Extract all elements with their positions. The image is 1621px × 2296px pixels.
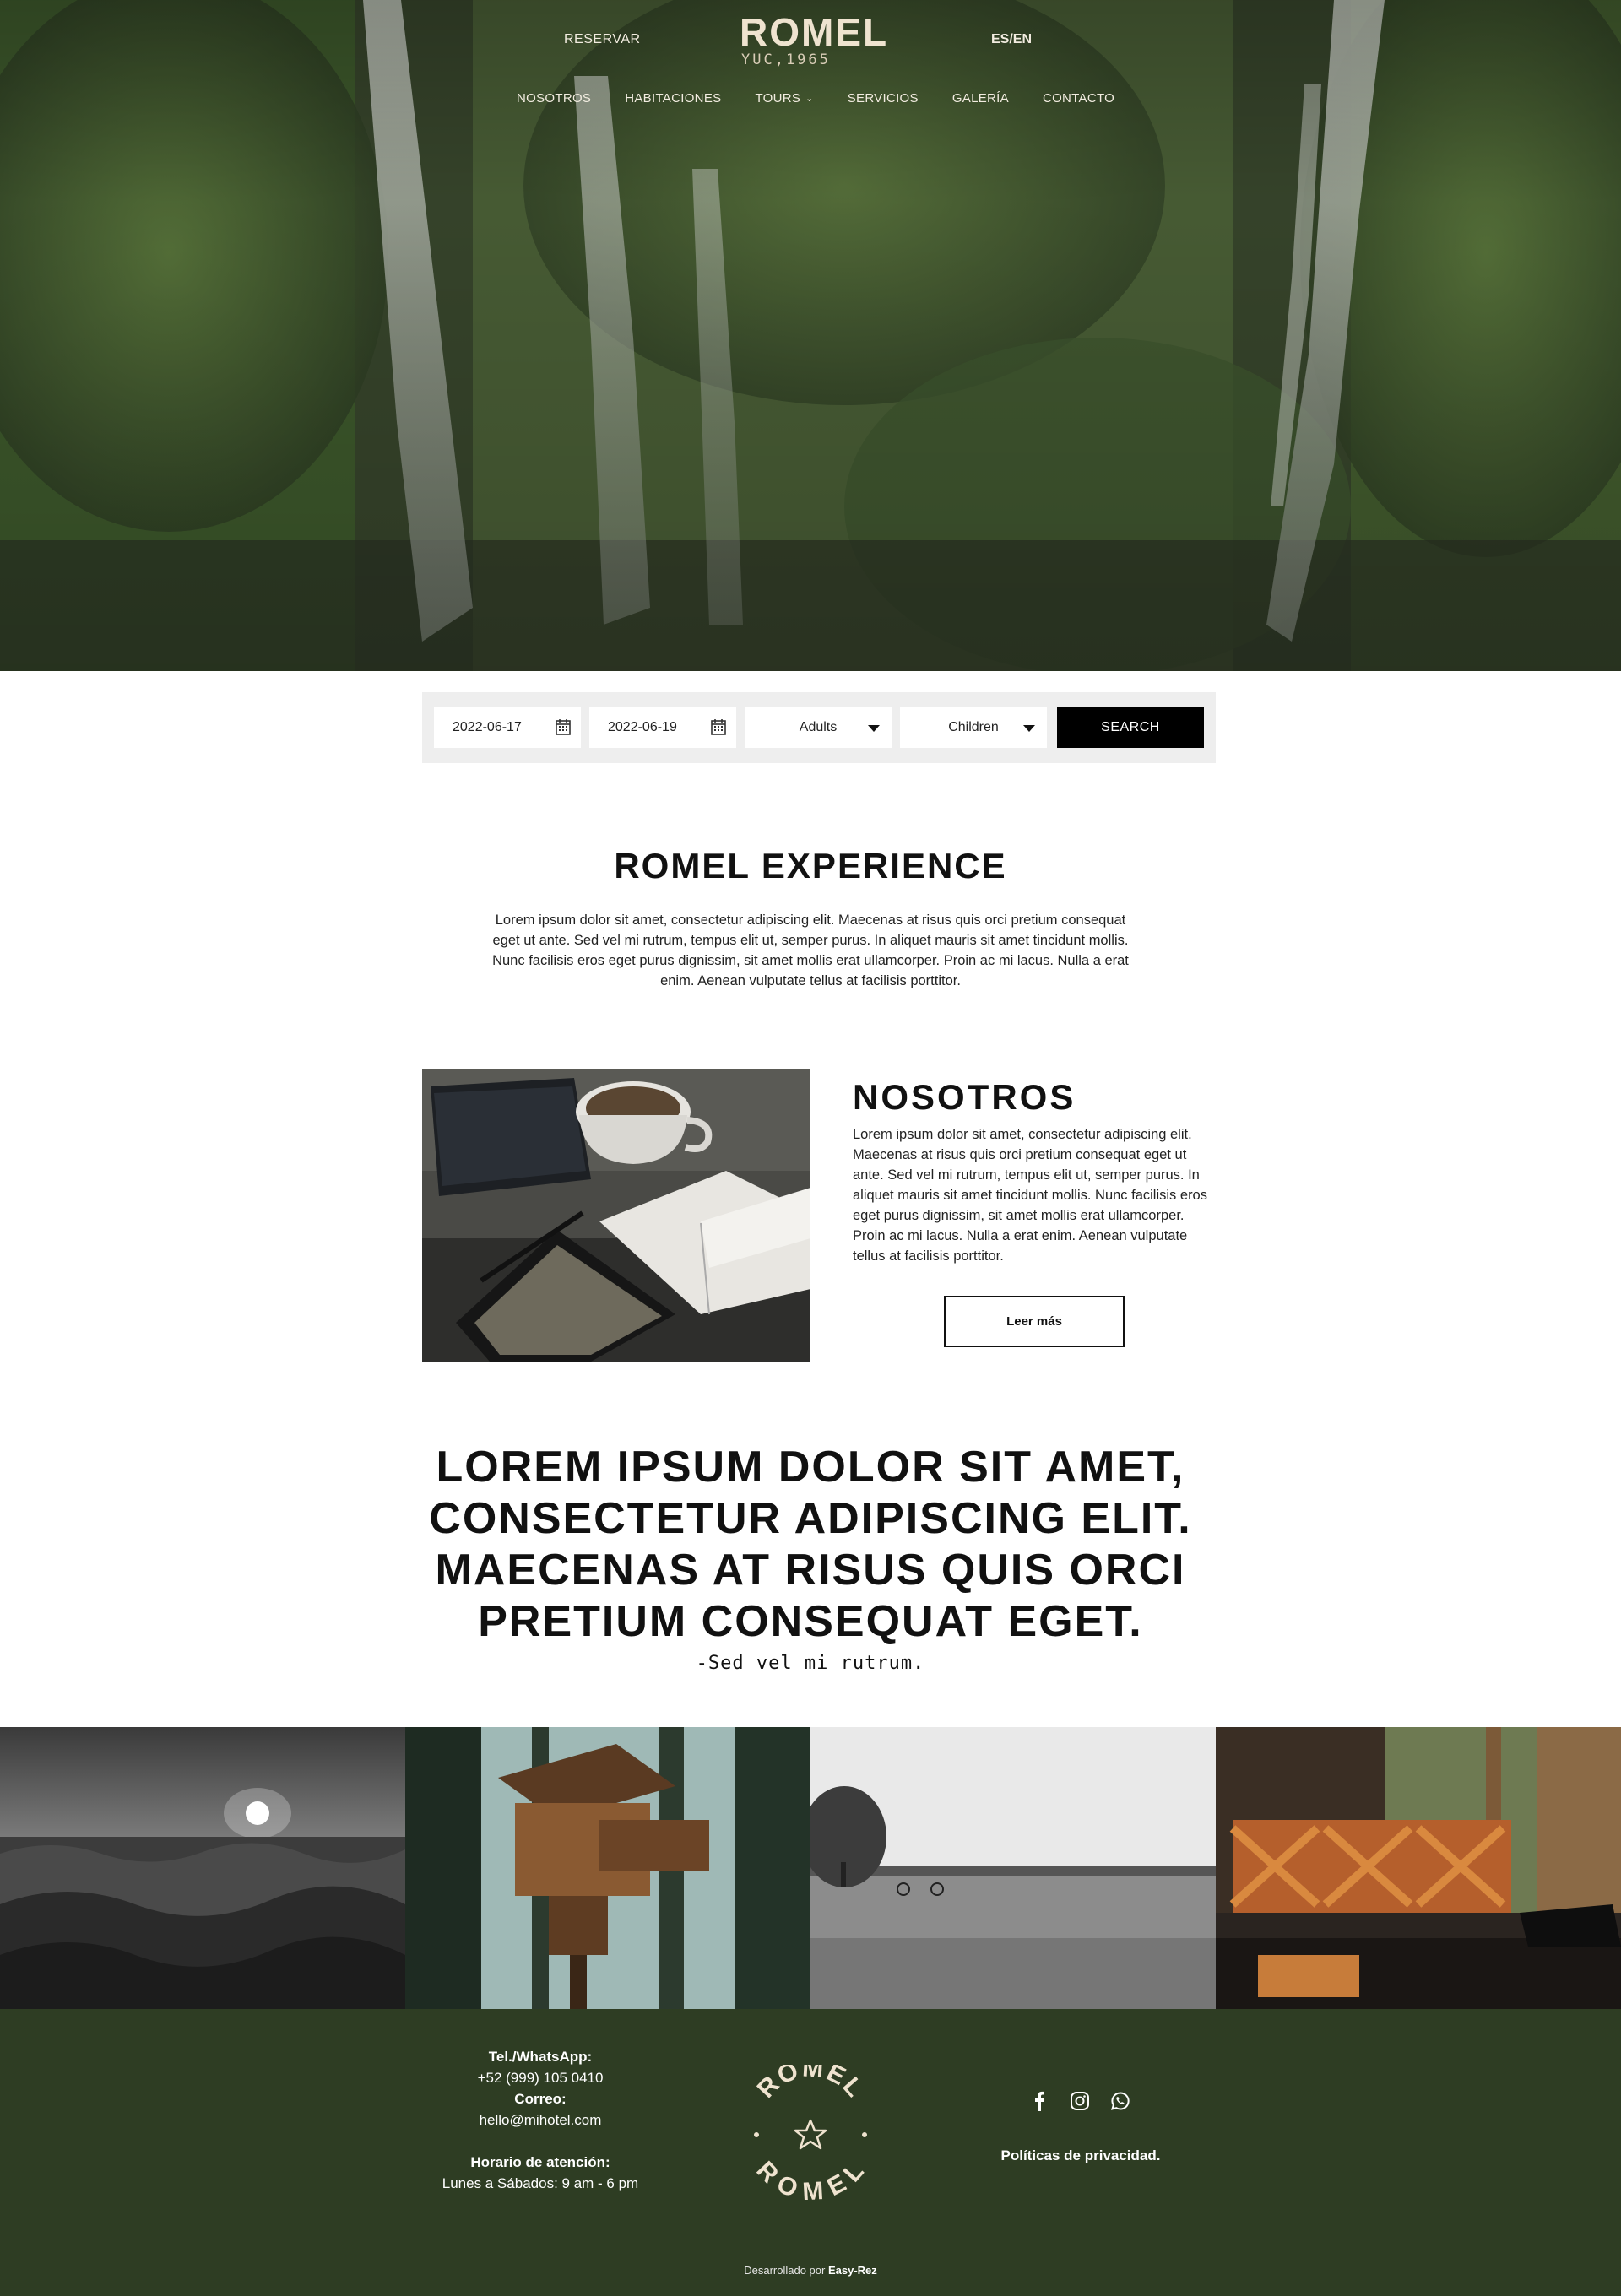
nav-label: TOURS [755,90,801,106]
adults-select[interactable]: Adults [745,707,892,748]
footer-logo: ROMEL ROMEL [751,2065,870,2200]
checkin-date-input[interactable]: 2022-06-17 [434,707,581,748]
booking-search-bar: 2022-06-17 2022-06-19 Adults Children SE… [422,692,1216,763]
main-nav: NOSOTROS HABITACIONES TOURS ⌄ SERVICIOS G… [517,88,1114,108]
phone-number[interactable]: +52 (999) 105 0410 [414,2067,667,2088]
about-image [422,1069,810,1362]
hours-label: Horario de atención: [470,2154,610,2170]
brand-logo[interactable]: ROMEL YUC,1965 [740,10,889,68]
about-text: Lorem ipsum dolor sit amet, consectetur … [853,1127,1207,1264]
children-select-value: Children [948,720,999,734]
footer-logo-top-text: ROMEL [752,2065,870,2104]
photo-gallery [0,1727,1621,2009]
phone-label: Tel./WhatsApp: [488,2049,593,2065]
experience-title: ROMEL EXPERIENCE [614,846,1007,885]
park-field-photo [810,1727,1216,2009]
language-switch[interactable]: ES/EN [991,32,1032,47]
treehouse-photo [405,1727,810,2009]
cabin-deck-photo [1216,1727,1621,2009]
gallery-image-treehouse[interactable] [405,1727,810,2009]
email-label: Correo: [514,2091,567,2107]
checkin-date-value: 2022-06-17 [453,720,522,734]
caret-down-icon [868,725,880,732]
nav-item-habitaciones[interactable]: HABITACIONES [625,88,721,108]
developer-credit: Desarrollado por Easy-Rez [0,2264,1621,2277]
nav-label: HABITACIONES [625,90,722,106]
star-icon [794,2119,827,2150]
adults-select-value: Adults [799,720,838,734]
gallery-image-sea[interactable] [0,1727,405,2009]
social-links [1028,2090,1131,2112]
logo-subtitle: YUC,1965 [741,51,831,68]
credit-brand-link[interactable]: Easy-Rez [828,2264,877,2277]
footer-logo-bottom-path: ROMEL [751,2156,869,2200]
nav-label: SERVICIOS [847,90,919,106]
page: RESERVAR ROMEL YUC,1965 ES/EN NOSOTROS H… [0,0,1621,2296]
contact-info: Tel./WhatsApp: +52 (999) 105 0410 Correo… [414,2046,667,2194]
calendar-icon[interactable] [556,718,571,735]
experience-text: Lorem ipsum dolor sit amet, consectetur … [492,912,1129,988]
footer-logo-top-path: ROMEL [752,2065,868,2104]
dot-icon [754,2132,759,2137]
chevron-down-icon: ⌄ [805,93,814,104]
read-more-button[interactable]: Leer más [944,1296,1125,1347]
gallery-image-cabin[interactable] [1216,1727,1621,2009]
quote-text: LOREM IPSUM DOLOR SIT AMET, CONSECTETUR … [429,1443,1192,1646]
hero-banner: RESERVAR ROMEL YUC,1965 ES/EN NOSOTROS H… [0,0,1621,671]
search-button[interactable]: SEARCH [1057,707,1204,748]
nav-label: NOSOTROS [517,90,592,106]
top-navigation: RESERVAR ROMEL YUC,1965 ES/EN NOSOTROS H… [0,0,1621,118]
nav-item-nosotros[interactable]: NOSOTROS [517,88,591,108]
gallery-image-field[interactable] [810,1727,1216,2009]
nav-item-galeria[interactable]: GALERÍA [952,88,1009,108]
credit-prefix: Desarrollado por [744,2264,826,2277]
about-title: NOSOTROS [853,1077,1076,1117]
children-select[interactable]: Children [900,707,1047,748]
sea-sunset-photo [0,1727,405,2009]
checkout-date-value: 2022-06-19 [608,720,677,734]
logo-name: ROMEL [740,10,889,54]
quote-author: -Sed vel mi rutrum. [696,1653,925,1674]
whatsapp-icon[interactable] [1109,2090,1131,2112]
caret-down-icon [1023,725,1035,732]
checkout-date-input[interactable]: 2022-06-19 [589,707,736,748]
nav-item-servicios[interactable]: SERVICIOS [848,88,919,108]
nav-item-contacto[interactable]: CONTACTO [1043,88,1114,108]
desk-notebook-photo [422,1069,810,1362]
hours-value: Lunes a Sábados: 9 am - 6 pm [442,2175,639,2191]
nav-label: CONTACTO [1042,90,1115,106]
footer-logo-bottom-text: ROMEL [751,2156,870,2200]
reservar-link[interactable]: RESERVAR [564,32,641,47]
privacy-policy-link[interactable]: Políticas de privacidad. [962,2147,1199,2164]
site-footer: Tel./WhatsApp: +52 (999) 105 0410 Correo… [0,2009,1621,2296]
calendar-icon[interactable] [711,718,726,735]
facebook-icon[interactable] [1028,2090,1050,2112]
dot-icon [862,2132,867,2137]
nav-label: GALERÍA [951,90,1009,106]
email-address[interactable]: hello@mihotel.com [414,2109,667,2131]
instagram-icon[interactable] [1069,2090,1091,2112]
nav-item-tours[interactable]: TOURS ⌄ [755,88,813,108]
